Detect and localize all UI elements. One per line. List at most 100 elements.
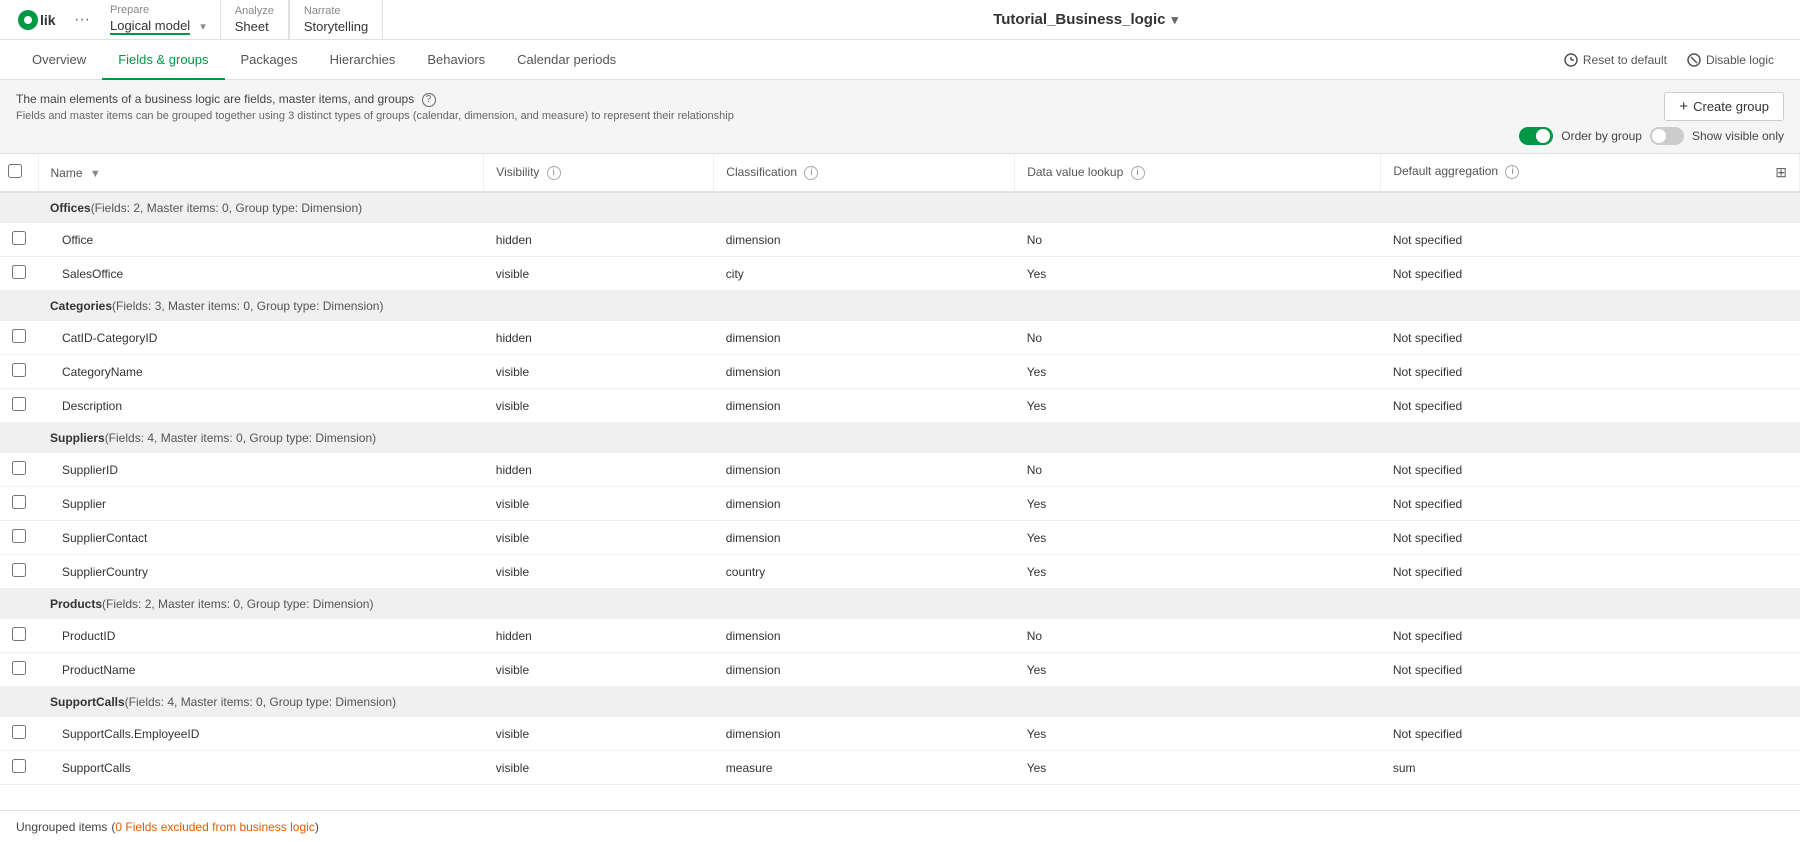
row-checkbox[interactable]	[12, 529, 26, 543]
header-classification: Classification i	[714, 154, 1015, 192]
row-checkbox[interactable]	[12, 397, 26, 411]
show-visible-only-label: Show visible only	[1692, 129, 1784, 143]
row-checkbox[interactable]	[12, 661, 26, 675]
row-classification: dimension	[714, 487, 1015, 521]
order-by-group-toggle[interactable]	[1519, 127, 1553, 145]
row-default-aggregation: Not specified	[1381, 257, 1800, 291]
table-row: SupportCalls.EmployeeID visible dimensio…	[0, 717, 1800, 751]
row-default-aggregation: Not specified	[1381, 619, 1800, 653]
app-title: Tutorial_Business_logic ▾	[383, 11, 1788, 28]
row-name: SupportCalls	[38, 751, 484, 785]
analyze-label: Analyze	[235, 5, 274, 18]
row-data-value-lookup: No	[1015, 453, 1381, 487]
row-default-aggregation: Not specified	[1381, 389, 1800, 423]
default-aggregation-info-icon[interactable]: i	[1505, 165, 1519, 179]
header-checkbox-cell	[0, 154, 38, 192]
row-checkbox[interactable]	[12, 563, 26, 577]
row-classification: dimension	[714, 321, 1015, 355]
table-row: ProductName visible dimension Yes Not sp…	[0, 653, 1800, 687]
row-checkbox[interactable]	[12, 461, 26, 475]
row-default-aggregation: Not specified	[1381, 555, 1800, 589]
header-visibility: Visibility i	[484, 154, 714, 192]
fields-groups-table: Name ▼ Visibility i Classification i Dat…	[0, 154, 1800, 785]
row-data-value-lookup: Yes	[1015, 487, 1381, 521]
row-checkbox[interactable]	[12, 231, 26, 245]
row-data-value-lookup: No	[1015, 321, 1381, 355]
row-visibility: hidden	[484, 453, 714, 487]
table-header: Name ▼ Visibility i Classification i Dat…	[0, 154, 1800, 192]
table-body: Offices(Fields: 2, Master items: 0, Grou…	[0, 192, 1800, 785]
row-data-value-lookup: Yes	[1015, 257, 1381, 291]
ungrouped-count: 0 Fields excluded from business logic	[115, 820, 314, 834]
row-checkbox-cell	[0, 487, 38, 521]
row-classification: dimension	[714, 223, 1015, 257]
name-filter-icon[interactable]: ▼	[90, 168, 101, 180]
create-group-button[interactable]: + Create group	[1664, 92, 1784, 121]
row-checkbox-cell	[0, 751, 38, 785]
row-checkbox-cell	[0, 555, 38, 589]
analyze-nav-section[interactable]: Analyze Sheet	[221, 0, 289, 39]
table-row: SupplierID hidden dimension No Not speci…	[0, 453, 1800, 487]
row-visibility: visible	[484, 717, 714, 751]
app-title-dropdown-arrow[interactable]: ▾	[1171, 12, 1178, 28]
prepare-dropdown-arrow: ▾	[200, 20, 206, 33]
group-row-checkbox-cell	[0, 589, 38, 620]
columns-settings-icon[interactable]: ⊞	[1775, 164, 1787, 181]
row-default-aggregation: Not specified	[1381, 453, 1800, 487]
row-checkbox[interactable]	[12, 363, 26, 377]
row-data-value-lookup: Yes	[1015, 653, 1381, 687]
group-row-checkbox-cell	[0, 687, 38, 718]
disable-logic-button[interactable]: Disable logic	[1677, 49, 1784, 71]
logical-model-label: Logical model	[110, 18, 190, 35]
help-icon[interactable]: ?	[422, 93, 436, 107]
more-menu-button[interactable]: ···	[68, 11, 96, 29]
group-row: Offices(Fields: 2, Master items: 0, Grou…	[0, 192, 1800, 223]
select-all-checkbox[interactable]	[8, 164, 22, 178]
row-checkbox[interactable]	[12, 265, 26, 279]
row-visibility: visible	[484, 257, 714, 291]
tab-fields-groups[interactable]: Fields & groups	[102, 41, 224, 80]
group-row: Suppliers(Fields: 4, Master items: 0, Gr…	[0, 423, 1800, 454]
fields-groups-table-container: Name ▼ Visibility i Classification i Dat…	[0, 153, 1800, 810]
row-name: Office	[38, 223, 484, 257]
prepare-label: Prepare	[110, 4, 206, 17]
narrate-nav-section[interactable]: Narrate Storytelling	[289, 0, 383, 39]
row-checkbox-cell	[0, 355, 38, 389]
row-checkbox[interactable]	[12, 725, 26, 739]
row-checkbox-cell	[0, 389, 38, 423]
row-checkbox[interactable]	[12, 759, 26, 773]
row-visibility: hidden	[484, 223, 714, 257]
row-checkbox[interactable]	[12, 627, 26, 641]
tab-hierarchies[interactable]: Hierarchies	[314, 41, 412, 80]
tab-packages[interactable]: Packages	[225, 41, 314, 80]
tab-behaviors[interactable]: Behaviors	[411, 41, 501, 80]
table-row: ProductID hidden dimension No Not specif…	[0, 619, 1800, 653]
show-visible-only-toggle[interactable]	[1650, 127, 1684, 145]
tab-overview[interactable]: Overview	[16, 41, 102, 80]
table-row: Office hidden dimension No Not specified	[0, 223, 1800, 257]
top-actions-area: + Create group Order by group Show visib…	[1519, 92, 1784, 145]
row-default-aggregation: Not specified	[1381, 521, 1800, 555]
prepare-nav-section[interactable]: Prepare Logical model ▾	[96, 0, 221, 39]
sheet-label: Sheet	[235, 19, 274, 34]
tab-calendar-periods[interactable]: Calendar periods	[501, 41, 632, 80]
row-visibility: visible	[484, 653, 714, 687]
classification-info-icon[interactable]: i	[804, 166, 818, 180]
row-default-aggregation: Not specified	[1381, 653, 1800, 687]
group-row-checkbox-cell	[0, 291, 38, 322]
visibility-info-icon[interactable]: i	[547, 166, 561, 180]
row-checkbox[interactable]	[12, 329, 26, 343]
reset-to-default-button[interactable]: Reset to default	[1554, 49, 1677, 71]
disable-icon	[1687, 53, 1701, 67]
data-value-lookup-info-icon[interactable]: i	[1131, 166, 1145, 180]
header-name: Name ▼	[38, 154, 484, 192]
row-name: ProductID	[38, 619, 484, 653]
table-row: Supplier visible dimension Yes Not speci…	[0, 487, 1800, 521]
row-data-value-lookup: Yes	[1015, 751, 1381, 785]
row-visibility: hidden	[484, 619, 714, 653]
header-default-aggregation: Default aggregation i ⊞	[1381, 154, 1800, 192]
row-checkbox[interactable]	[12, 495, 26, 509]
bottom-bar: Ungrouped items ( 0 Fields excluded from…	[0, 810, 1800, 842]
row-checkbox-cell	[0, 223, 38, 257]
row-visibility: visible	[484, 521, 714, 555]
